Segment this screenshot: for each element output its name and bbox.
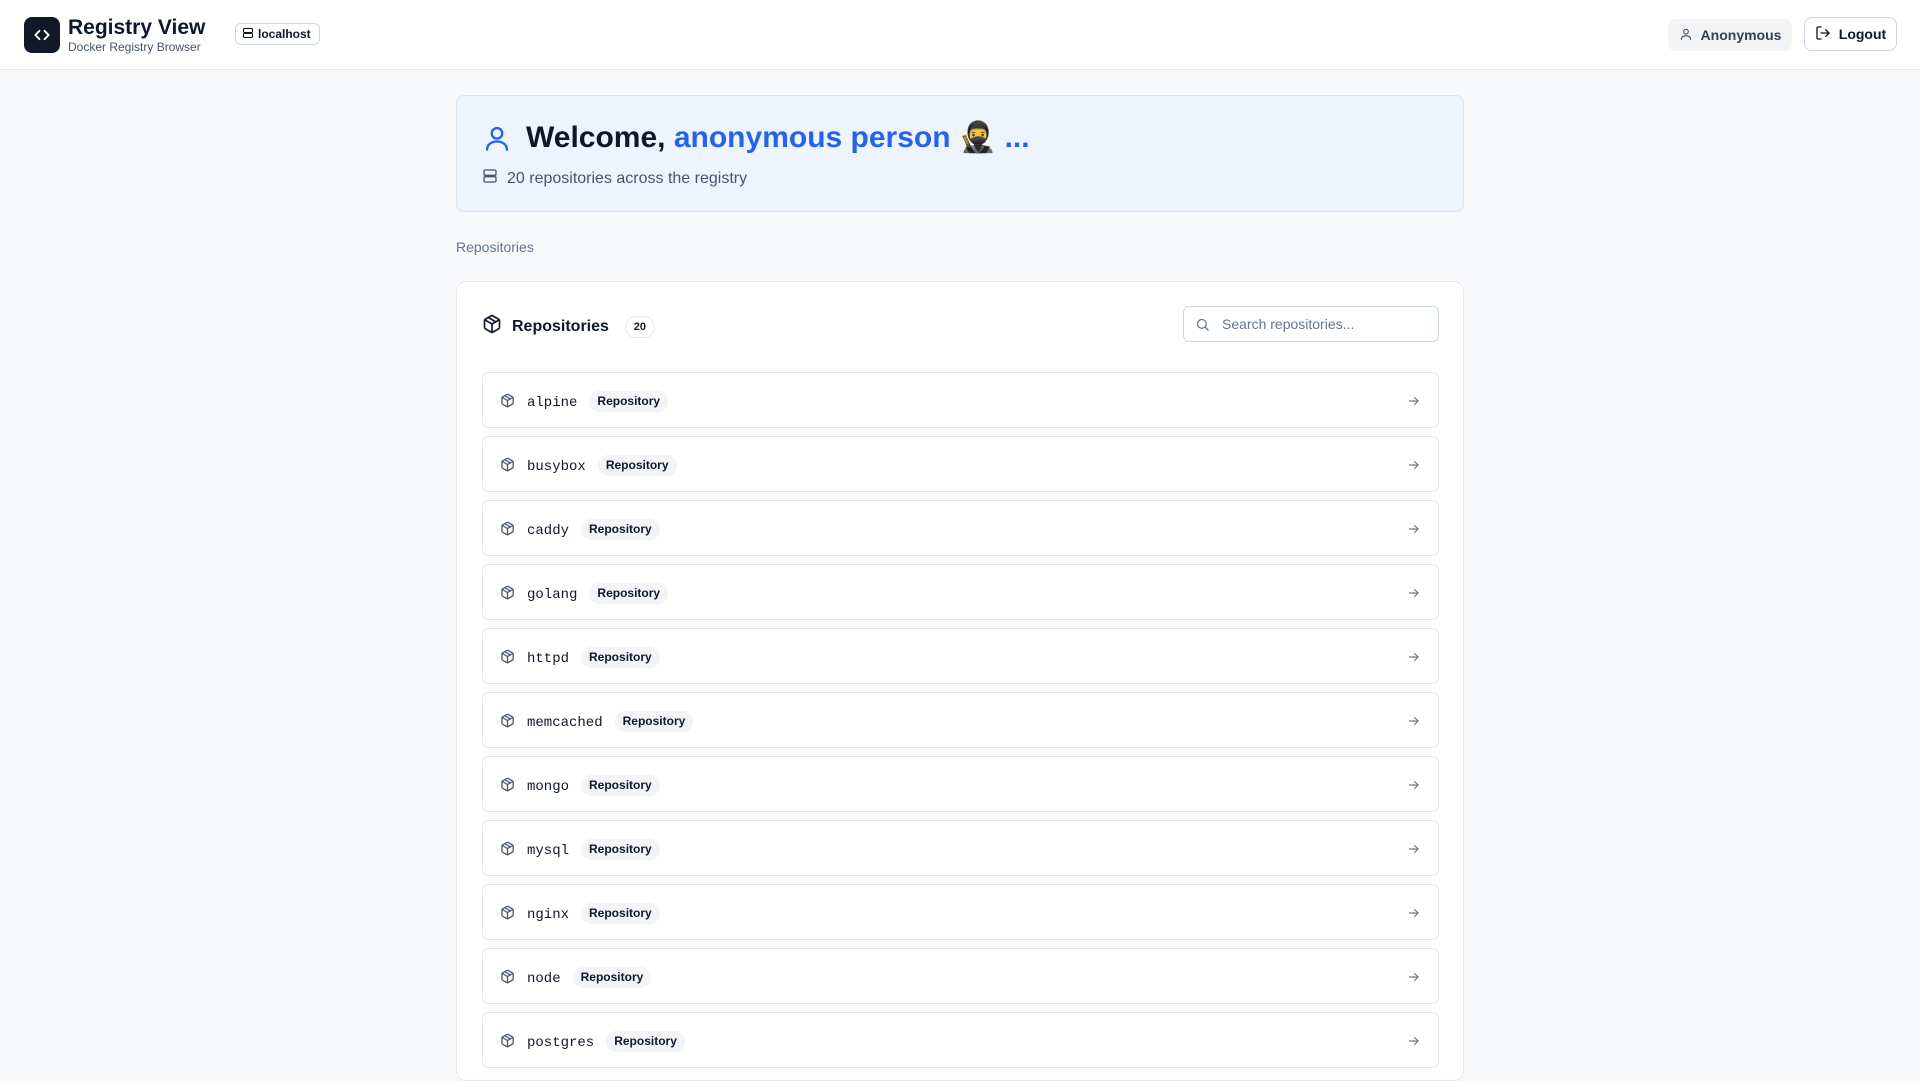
package-icon xyxy=(500,713,515,733)
repository-name: memcached Repository xyxy=(527,711,694,732)
repository-type-badge: Repository xyxy=(581,647,660,668)
welcome-banner: Welcome, anonymous person 🥷 ... 20 repos… xyxy=(456,95,1464,212)
arrow-right-icon xyxy=(1407,394,1421,413)
server-icon xyxy=(482,168,498,189)
search-icon xyxy=(1195,317,1210,337)
repository-name: nginx Repository xyxy=(527,903,660,924)
welcome-summary: 20 repositories across the registry xyxy=(482,168,747,189)
repository-name-text: nginx xyxy=(527,907,570,923)
repository-type-badge: Repository xyxy=(606,1031,685,1052)
logout-label: Logout xyxy=(1838,26,1887,42)
repository-name: postgres Repository xyxy=(527,1031,685,1052)
arrow-right-icon xyxy=(1407,586,1421,605)
repository-name-text: mongo xyxy=(527,779,570,795)
repository-name: alpine Repository xyxy=(527,391,669,412)
repository-type-badge: Repository xyxy=(589,583,669,604)
repository-row[interactable]: busybox Repository xyxy=(482,436,1439,492)
repository-type-badge: Repository xyxy=(614,711,694,732)
package-icon xyxy=(500,393,515,413)
package-icon xyxy=(482,314,502,339)
repository-type-badge: Repository xyxy=(589,391,669,412)
user-icon xyxy=(1679,27,1693,44)
package-icon xyxy=(500,457,515,477)
package-icon xyxy=(500,777,515,797)
repository-name: busybox Repository xyxy=(527,455,677,476)
package-icon xyxy=(500,841,515,861)
search-input[interactable] xyxy=(1222,308,1432,340)
repository-name-text: postgres xyxy=(527,1035,595,1051)
repository-row[interactable]: node Repository xyxy=(482,948,1439,1004)
code-brackets-icon[interactable] xyxy=(24,17,60,53)
arrow-right-icon xyxy=(1407,906,1421,925)
welcome-prefix: Welcome, xyxy=(526,121,674,154)
server-icon xyxy=(242,27,254,42)
repositories-panel: Repositories 20 alpine Repository xyxy=(456,281,1464,1081)
app-subtitle: Docker Registry Browser xyxy=(68,40,201,54)
app-title[interactable]: Registry View xyxy=(68,16,205,40)
repositories-header: Repositories 20 xyxy=(482,314,655,339)
repository-name-text: golang xyxy=(527,587,578,603)
repository-row[interactable]: memcached Repository xyxy=(482,692,1439,748)
arrow-right-icon xyxy=(1407,458,1421,477)
repository-name: mongo Repository xyxy=(527,775,660,796)
repository-row[interactable]: golang Repository xyxy=(482,564,1439,620)
search-box[interactable] xyxy=(1183,306,1439,342)
logout-button[interactable]: Logout xyxy=(1804,17,1897,51)
top-navbar: Registry View Docker Registry Browser lo… xyxy=(0,0,1920,70)
repository-list: alpine Repository busybox Repository cad… xyxy=(482,372,1439,1076)
repository-type-badge: Repository xyxy=(581,519,660,540)
repository-count-badge: 20 xyxy=(624,315,655,338)
repository-name-text: memcached xyxy=(527,715,603,731)
repository-row[interactable]: mysql Repository xyxy=(482,820,1439,876)
welcome-heading: Welcome, anonymous person 🥷 ... xyxy=(526,120,1030,155)
logout-icon xyxy=(1815,25,1831,44)
repository-name-text: httpd xyxy=(527,651,570,667)
repository-type-badge: Repository xyxy=(597,455,677,476)
user-name: Anonymous xyxy=(1700,27,1782,43)
arrow-right-icon xyxy=(1407,650,1421,669)
arrow-right-icon xyxy=(1407,1034,1421,1053)
repository-row[interactable]: alpine Repository xyxy=(482,372,1439,428)
user-icon xyxy=(483,122,511,159)
arrow-right-icon xyxy=(1407,714,1421,733)
repository-name-text: busybox xyxy=(527,459,586,475)
package-icon xyxy=(500,1033,515,1053)
repository-row[interactable]: httpd Repository xyxy=(482,628,1439,684)
package-icon xyxy=(500,649,515,669)
repository-type-badge: Repository xyxy=(572,967,652,988)
arrow-right-icon xyxy=(1407,522,1421,541)
repository-name: caddy Repository xyxy=(527,519,660,540)
repository-row[interactable]: postgres Repository xyxy=(482,1012,1439,1068)
repositories-title: Repositories xyxy=(512,317,609,335)
welcome-username: anonymous person 🥷 ... xyxy=(673,121,1030,154)
repository-name: golang Repository xyxy=(527,583,669,604)
package-icon xyxy=(500,969,515,989)
repository-name-text: mysql xyxy=(527,843,570,859)
repository-name: node Repository xyxy=(527,967,652,988)
repository-summary-text: 20 repositories across the registry xyxy=(507,169,748,187)
repository-name: httpd Repository xyxy=(527,647,660,668)
repository-name-text: caddy xyxy=(527,523,570,539)
repository-row[interactable]: mongo Repository xyxy=(482,756,1439,812)
repository-row[interactable]: caddy Repository xyxy=(482,500,1439,556)
arrow-right-icon xyxy=(1407,970,1421,989)
package-icon xyxy=(500,521,515,541)
arrow-right-icon xyxy=(1407,778,1421,797)
package-icon xyxy=(500,905,515,925)
package-icon xyxy=(500,585,515,605)
repository-type-badge: Repository xyxy=(581,775,660,796)
repository-type-badge: Repository xyxy=(581,903,660,924)
repository-name-text: node xyxy=(527,971,561,987)
repository-name: mysql Repository xyxy=(527,839,660,860)
registry-host-badge: localhost xyxy=(235,23,320,45)
breadcrumb[interactable]: Repositories xyxy=(456,239,534,255)
registry-host-label: localhost xyxy=(258,27,311,41)
arrow-right-icon xyxy=(1407,842,1421,861)
user-menu[interactable]: Anonymous xyxy=(1668,19,1792,51)
repository-name-text: alpine xyxy=(527,395,578,411)
repository-row[interactable]: nginx Repository xyxy=(482,884,1439,940)
repository-type-badge: Repository xyxy=(581,839,660,860)
